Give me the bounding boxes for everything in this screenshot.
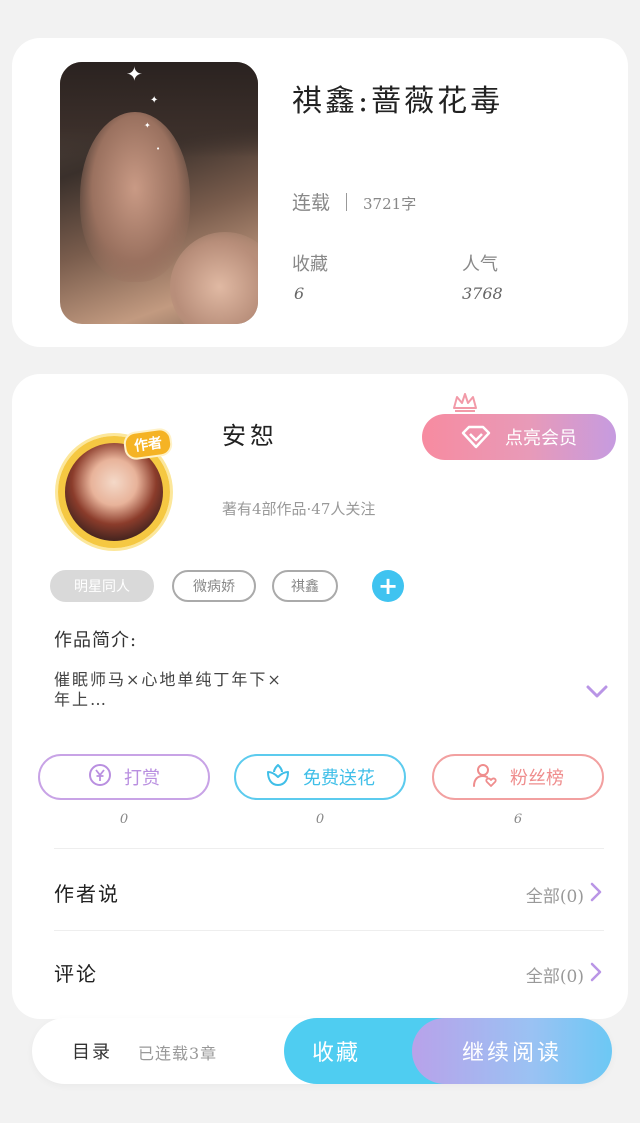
comments-title[interactable]: 评论 (54, 958, 98, 987)
word-count: 3721字 (363, 195, 417, 213)
send-flower-button[interactable]: 免费送花 (234, 754, 406, 800)
book-cover-image[interactable]: ✦ ✦ ✦ • (60, 62, 258, 324)
serial-status: 连载 (292, 192, 331, 214)
user-heart-icon (472, 762, 498, 793)
flower-icon (265, 763, 291, 792)
tag-item[interactable]: 微病娇 (172, 570, 256, 602)
author-avatar-wrap[interactable]: 作者 (44, 414, 184, 548)
tag-item[interactable]: 祺鑫 (272, 570, 338, 602)
intro-text: 催眠师马×心地单纯丁年下×年上… (54, 670, 283, 709)
author-name[interactable]: 安恕 (222, 416, 278, 451)
intro-label: 作品简介: (54, 630, 138, 651)
divider (346, 193, 348, 211)
reward-button[interactable]: 打赏 (38, 754, 210, 800)
continue-reading-label: 继续阅读 (461, 1041, 562, 1066)
fans-count: 6 (513, 812, 523, 827)
author-says-all-label: 全部(0) (525, 887, 584, 907)
author-card: 作者 安恕 著有4部作品·47人关注 点亮会员 明星同人 微病娇 祺鑫 + 作品… (12, 374, 628, 1019)
serial-info: 连载 3721字 (292, 188, 416, 215)
chevron-right-icon (590, 962, 602, 987)
comments-all-label: 全部(0) (525, 967, 584, 987)
reward-button-label: 打赏 (124, 768, 160, 789)
chevron-down-icon[interactable] (586, 684, 608, 703)
author-meta: 著有4部作品·47人关注 (222, 500, 376, 518)
chevron-right-icon (590, 882, 602, 907)
collect-button-label: 收藏 (312, 1041, 361, 1066)
divider (54, 848, 604, 849)
book-title: 祺鑫:蔷薇花毒 (292, 84, 504, 119)
author-badge: 作者 (122, 426, 174, 462)
fans-ranking-button[interactable]: 粉丝榜 (432, 754, 604, 800)
popularity-value: 3768 (462, 284, 503, 303)
comments-all-link[interactable]: 全部(0) (526, 962, 602, 987)
toc-button[interactable]: 目录 (72, 1038, 112, 1064)
toc-status[interactable]: 已连载3章 (138, 1040, 217, 1064)
flower-count: 0 (315, 812, 325, 827)
tag-item[interactable]: 明星同人 (50, 570, 154, 602)
add-tag-button[interactable]: + (372, 570, 404, 602)
crown-icon (452, 392, 478, 416)
book-info-card: ✦ ✦ ✦ • 祺鑫:蔷薇花毒 连载 3721字 收藏 6 人气 3768 (12, 38, 628, 347)
diamond-icon (461, 425, 491, 449)
reward-count: 0 (119, 812, 129, 827)
favorites-label: 收藏 (292, 254, 328, 275)
continue-reading-button[interactable]: 继续阅读 (412, 1018, 612, 1084)
popularity-label: 人气 (462, 254, 498, 275)
favorites-value: 6 (294, 284, 305, 303)
author-says-title[interactable]: 作者说 (54, 878, 120, 907)
divider (54, 930, 604, 931)
fans-ranking-button-label: 粉丝榜 (510, 768, 564, 789)
author-says-all-link[interactable]: 全部(0) (526, 882, 602, 907)
yen-coin-icon (88, 763, 112, 792)
bottom-action-bar: 目录 已连载3章 收藏 继续阅读 (32, 1018, 612, 1084)
vip-button[interactable]: 点亮会员 (422, 414, 616, 460)
send-flower-button-label: 免费送花 (303, 768, 375, 789)
vip-button-label: 点亮会员 (505, 428, 577, 449)
